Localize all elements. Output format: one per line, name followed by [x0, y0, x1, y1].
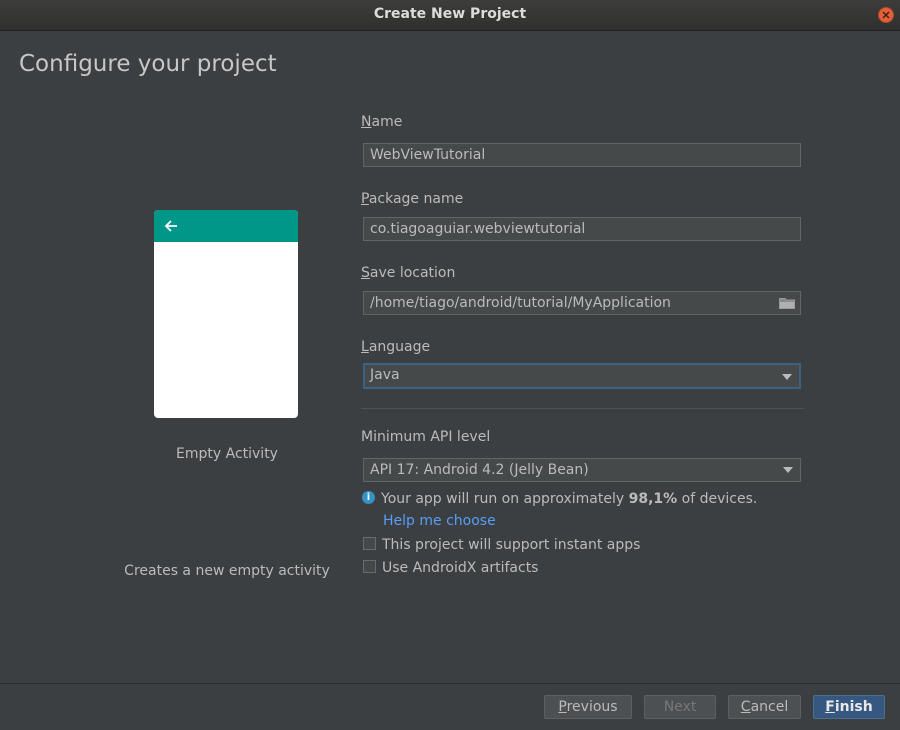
window-title: Create New Project: [373, 6, 527, 22]
min-api-value: API 17: Android 4.2 (Jelly Bean): [370, 462, 589, 478]
package-name-label: Package name: [361, 191, 464, 207]
package-name-field[interactable]: co.tiagoaguiar.webviewtutorial: [363, 217, 801, 241]
info-icon: i: [362, 490, 375, 504]
close-button[interactable]: [878, 7, 894, 23]
androidx-checkbox[interactable]: [363, 559, 376, 573]
save-location-value: /home/tiago/android/tutorial/MyApplicati…: [370, 295, 671, 311]
androidx-label: Use AndroidX artifacts: [382, 560, 539, 576]
instant-apps-option[interactable]: This project will support instant apps: [363, 536, 641, 553]
help-me-choose-link[interactable]: Help me choose: [383, 513, 496, 529]
name-label: Name: [361, 114, 403, 130]
language-value: Java: [370, 367, 400, 383]
name-field[interactable]: WebViewTutorial: [363, 143, 801, 167]
activity-preview: [154, 210, 298, 418]
min-api-dropdown[interactable]: API 17: Android 4.2 (Jelly Bean): [363, 458, 801, 482]
language-dropdown[interactable]: Java: [363, 363, 801, 389]
instant-apps-checkbox[interactable]: [363, 536, 376, 550]
arrow-left-icon: [164, 220, 177, 232]
save-location-field[interactable]: /home/tiago/android/tutorial/MyApplicati…: [363, 291, 801, 315]
title-bar: Create New Project: [0, 0, 900, 31]
previous-button[interactable]: Previous: [544, 695, 632, 719]
page-title: Configure your project: [19, 51, 277, 77]
min-api-label: Minimum API level: [361, 429, 491, 445]
activity-description: Creates a new empty activity: [124, 563, 330, 579]
divider: [361, 408, 804, 409]
androidx-option[interactable]: Use AndroidX artifacts: [363, 559, 539, 576]
cancel-button[interactable]: Cancel: [728, 695, 801, 719]
close-icon: [882, 11, 890, 19]
finish-button[interactable]: Finish: [813, 695, 885, 719]
device-coverage-info: i Your app will run on approximately 98,1…: [362, 490, 757, 507]
preview-app-bar: [154, 210, 298, 242]
footer-divider: [0, 683, 900, 684]
save-location-label: Save location: [361, 265, 456, 281]
chevron-down-icon: [782, 374, 792, 380]
language-label: Language: [361, 339, 431, 355]
instant-apps-label: This project will support instant apps: [382, 537, 641, 553]
next-button[interactable]: Next: [644, 695, 716, 719]
chevron-down-icon: [783, 467, 793, 473]
activity-name: Empty Activity: [176, 446, 278, 462]
folder-icon[interactable]: [779, 297, 795, 309]
